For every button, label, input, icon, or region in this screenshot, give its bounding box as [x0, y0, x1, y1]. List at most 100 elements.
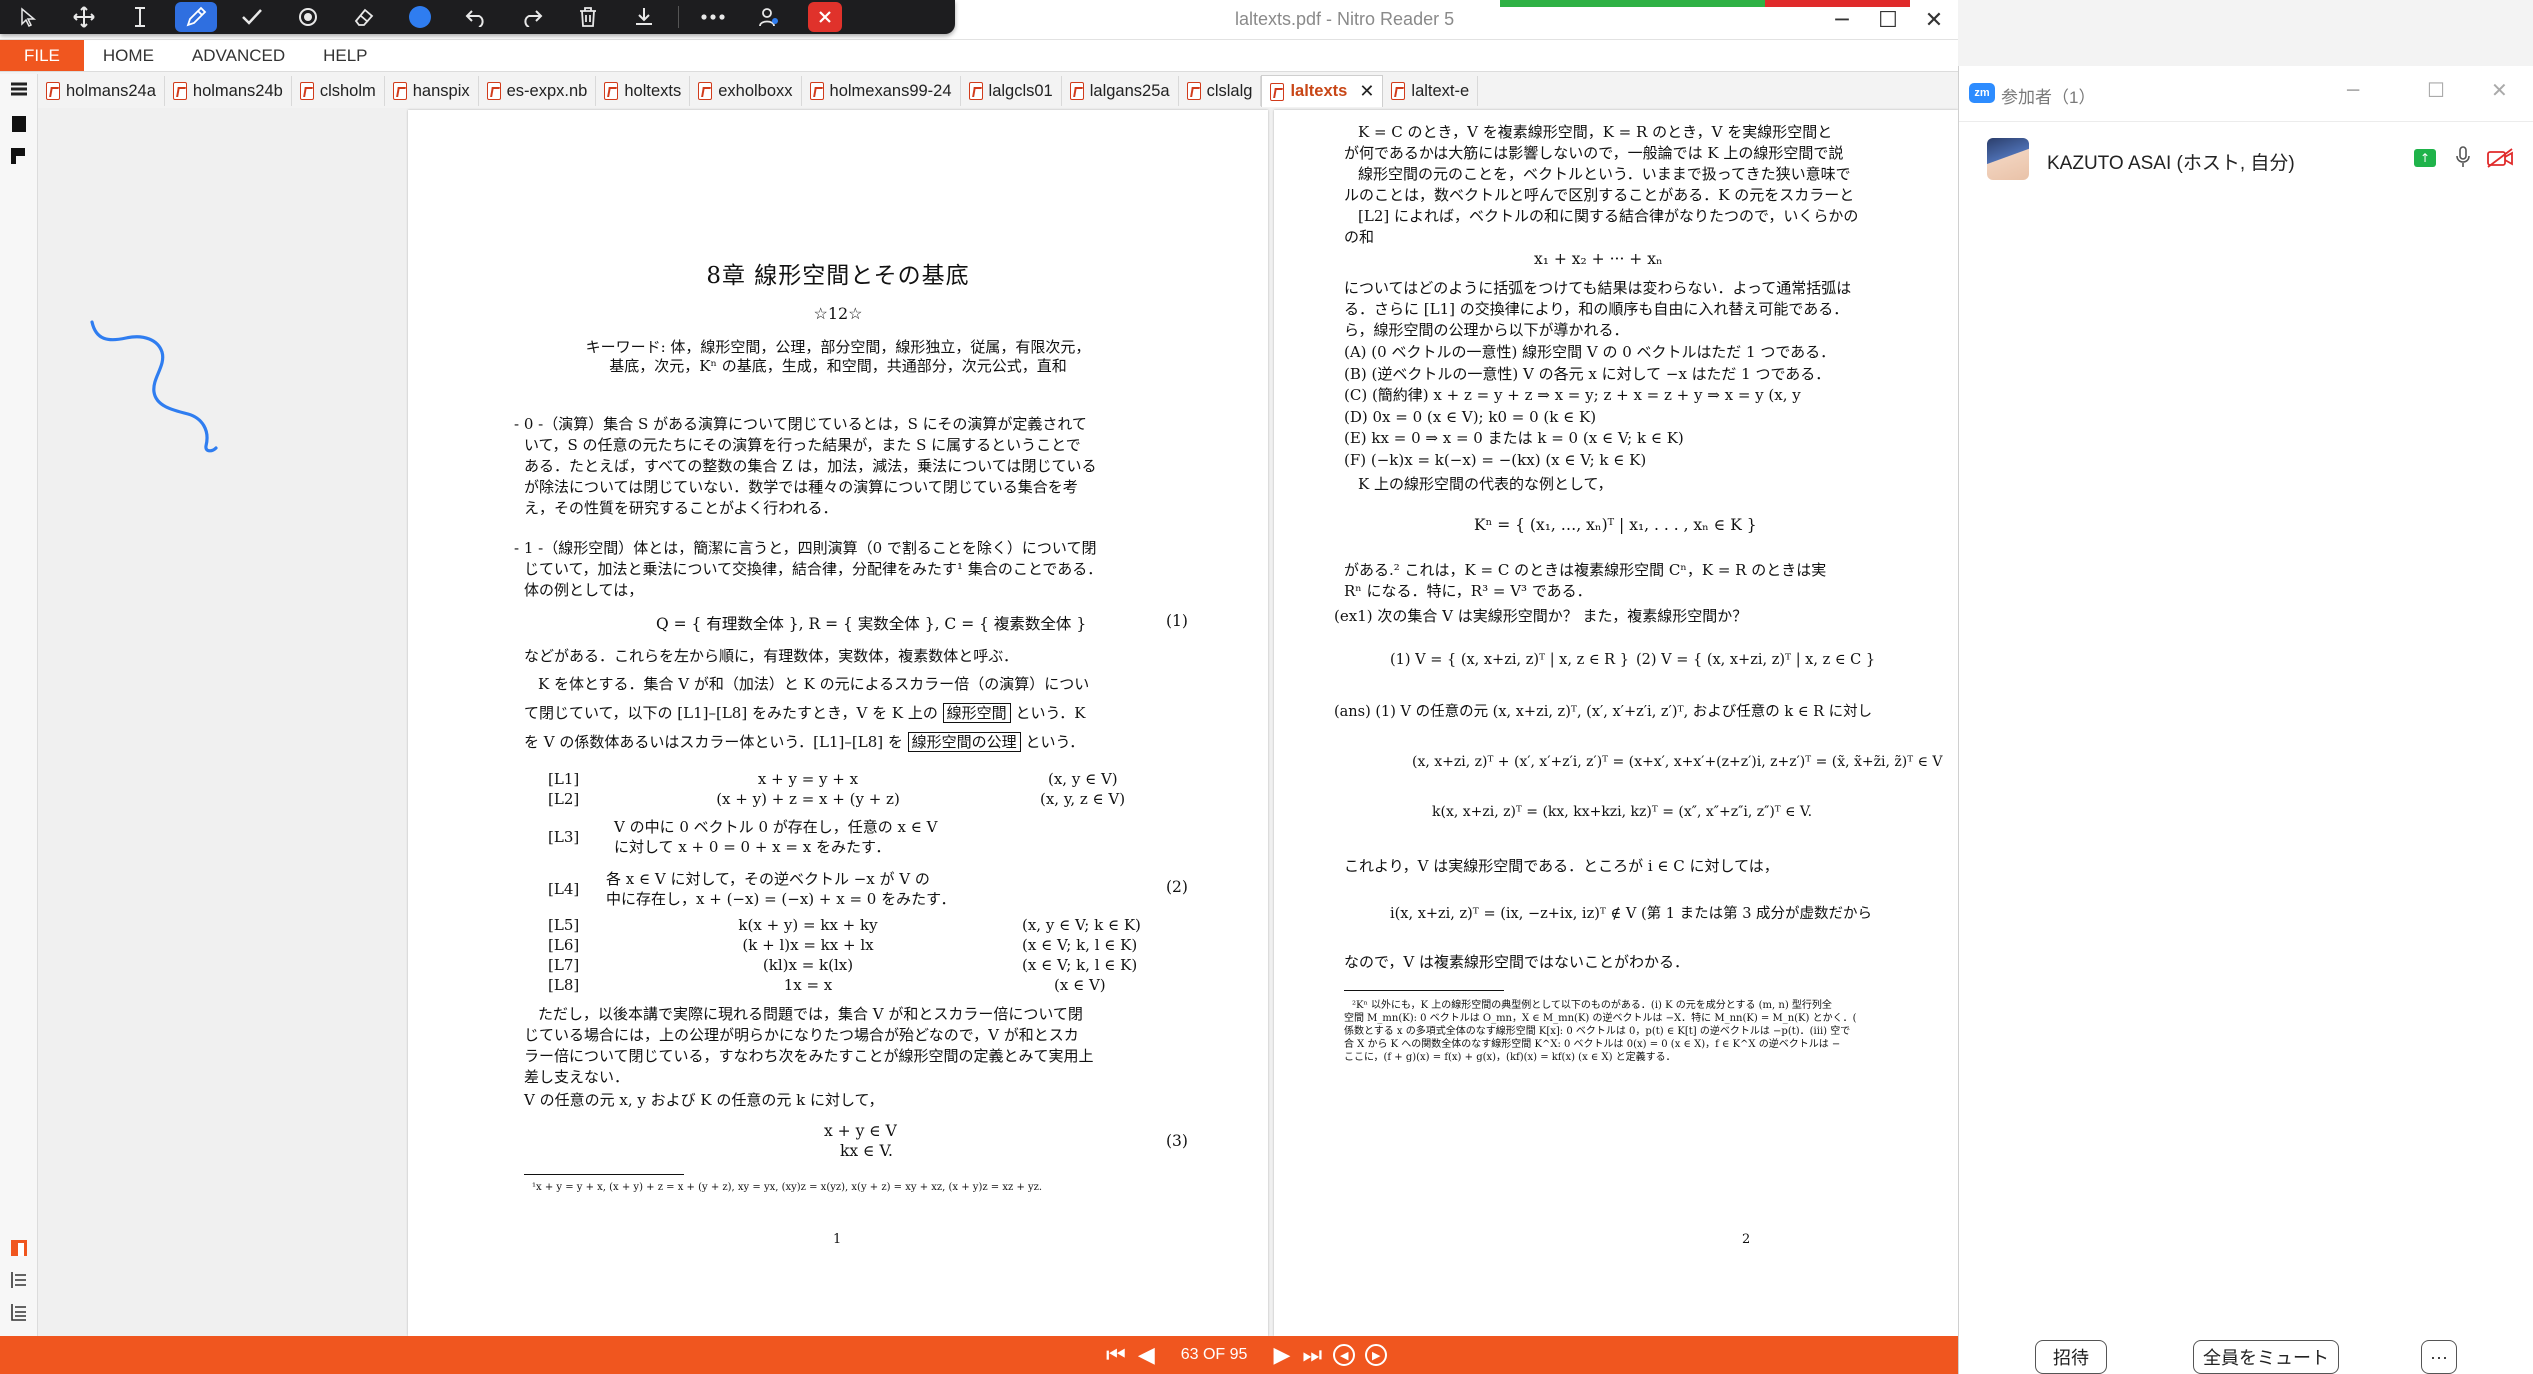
text-cursor-icon[interactable] — [112, 0, 168, 34]
text-line: 差し支えない． — [524, 1068, 630, 1086]
tab-exholboxx[interactable]: exholboxx — [690, 76, 802, 106]
text-line: る．さらに [L1] の交換律により，和の順序も自由に入れ替え可能である． — [1344, 300, 1849, 318]
paragraph: についてはどのように括弧をつけても結果は変わらない．よって通常括弧は る．さらに… — [1344, 278, 1958, 341]
axiom-body: (k + l)x = kx + lx — [742, 936, 874, 954]
next-page-icon[interactable]: ▶ — [1273, 1343, 1290, 1368]
tab-lalgans25a[interactable]: lalgans25a — [1062, 76, 1179, 106]
tab-holmans24b[interactable]: holmans24b — [165, 76, 292, 106]
microphone-icon[interactable] — [2456, 146, 2470, 168]
axiom-body: k(x + y) = kx + ky — [738, 916, 878, 934]
close-icon: ✕ — [1924, 7, 1944, 33]
menu-home[interactable]: HOME — [84, 40, 173, 71]
next-view-icon[interactable]: ▶ — [1365, 1344, 1388, 1366]
save-icon[interactable] — [616, 0, 672, 34]
color-dot[interactable] — [392, 0, 448, 34]
redo-icon[interactable] — [504, 0, 560, 34]
close-annotation-button[interactable] — [797, 0, 853, 34]
tab-holmans24a[interactable]: holmans24a — [38, 76, 165, 106]
paragraph: K = C のとき，V を複素線形空間，K = R のとき，V を実線形空間と … — [1344, 122, 1958, 248]
cursor-icon[interactable] — [0, 0, 56, 34]
previous-page-icon[interactable]: ◀ — [1138, 1343, 1155, 1368]
tab-clslalg[interactable]: clslalg — [1179, 76, 1262, 106]
spotlight-icon[interactable] — [280, 0, 336, 34]
left-rail — [0, 74, 38, 1336]
maximize-icon[interactable]: ☐ — [2427, 78, 2445, 102]
pdf-file-icon — [392, 82, 407, 100]
axiom-body: x + y = y + x — [757, 770, 859, 788]
definition-paragraph: K を体とする．集合 V が和（加法）と K の元によるスカラー倍（の演算）につ… — [524, 674, 1184, 753]
axiom-body: に対して x + 0 = 0 + x = x をみたす． — [614, 838, 891, 856]
tab-holtexts[interactable]: holtexts — [596, 76, 691, 106]
axiom-condition: (x ∈ V; k, l ∈ K) — [1022, 936, 1138, 954]
pen-icon[interactable] — [168, 0, 224, 34]
pdf-file-icon — [809, 82, 824, 100]
close-window-button[interactable]: ✕ — [1912, 2, 1956, 38]
document-viewport[interactable]: 8章 線形空間とその基底 ☆12☆ キーワード: 体，線形空間，公理，部分空間，… — [38, 108, 1958, 1336]
trash-icon[interactable] — [560, 0, 616, 34]
page-number: 2 — [1742, 1232, 1751, 1247]
check-icon[interactable] — [224, 0, 280, 34]
text-line: 線形空間の元のことを，ベクトルという．いままで扱ってきた狭い意味で — [1358, 165, 1851, 183]
close-icon[interactable]: ✕ — [2491, 78, 2508, 102]
property-item: (D) 0x = 0 (x ∈ V); k0 = 0 (k ∈ K) — [1344, 407, 1597, 426]
text-line: 体の例としては， — [524, 581, 644, 599]
move-icon[interactable] — [56, 0, 112, 34]
invite-button[interactable]: 招待 — [2035, 1340, 2107, 1374]
bookmarks-icon[interactable] — [9, 114, 29, 134]
eraser-icon[interactable] — [336, 0, 392, 34]
participant-row[interactable]: KAZUTO ASAI (ホスト, 自分) ↑ — [1959, 122, 2533, 196]
video-off-icon[interactable] — [2486, 148, 2514, 168]
footnote-rule — [1344, 990, 1504, 991]
mute-all-button[interactable]: 全員をミュート — [2193, 1340, 2339, 1374]
page-indicator[interactable]: 63 OF 95 — [1181, 1346, 1248, 1364]
axiom-condition: (x, y ∈ V; k ∈ K) — [1022, 916, 1141, 934]
axiom-tag: [L2] — [548, 790, 580, 808]
text-line: ルのことは，数ベクトルと呼んで区別することがある．K の元をスカラーと — [1344, 186, 1855, 204]
tab-lalgcls01[interactable]: lalgcls01 — [961, 76, 1062, 106]
axiom-condition: (x ∈ V) — [1054, 976, 1106, 994]
last-page-icon[interactable]: ⏭ — [1302, 1343, 1322, 1368]
tab-laltexts[interactable]: laltexts ✕ — [1261, 75, 1384, 107]
pdf-file-icon — [698, 82, 713, 100]
tab-holmexans99-24[interactable]: holmexans99-24 — [802, 76, 961, 106]
tab-hanspix[interactable]: hanspix — [385, 76, 479, 106]
undo-icon[interactable] — [448, 0, 504, 34]
menu-advanced[interactable]: ADVANCED — [173, 40, 304, 71]
pdf-file-icon — [968, 82, 983, 100]
minimize-icon[interactable]: ─ — [2347, 78, 2359, 102]
fields-icon[interactable] — [9, 1302, 29, 1322]
layers-icon[interactable] — [9, 146, 29, 166]
text-span: て閉じていて，以下の [L1]–[L8] をみたすとき，V を K 上の — [524, 704, 938, 722]
equation-3b: kx ∈ V. — [840, 1142, 893, 1160]
more-options-button[interactable]: ··· — [2421, 1340, 2457, 1374]
tab-laltext-e[interactable]: laltext-e — [1383, 76, 1479, 106]
keywords-line: キーワード: 体，線形空間，公理，部分空間，線形独立，従属，有限次元， — [585, 338, 1091, 356]
answer-line: (ans) (1) V の任意の元 (x, x+zi, z)ᵀ, (x′, x′… — [1334, 704, 1873, 720]
paragraph: V の任意の元 x, y および K の任意の元 k に対して， — [524, 1091, 884, 1109]
keywords-line: 基底，次元，Kⁿ の基底，生成，和空間，共通部分，次元公式，直和 — [609, 357, 1067, 375]
people-icon[interactable] — [741, 0, 797, 34]
avatar — [1987, 138, 2029, 180]
minimize-button[interactable]: ─ — [1820, 2, 1864, 38]
tab-clsholm[interactable]: clsholm — [292, 76, 385, 106]
axiom-tag: [L7] — [548, 956, 580, 974]
text-line: ら，線形空間の公理から以下が導かれる． — [1344, 321, 1629, 339]
tab-es-expx[interactable]: es-expx.nb — [479, 76, 597, 106]
close-tab-icon[interactable]: ✕ — [1359, 81, 1374, 102]
axiom-condition: (x ∈ V; k, l ∈ K) — [1022, 956, 1138, 974]
comments-icon[interactable] — [9, 1270, 29, 1290]
more-icon[interactable] — [685, 0, 741, 34]
text-line: K を体とする．集合 V が和（加法）と K の元によるスカラー倍（の演算）につ… — [538, 675, 1090, 693]
menu-help[interactable]: HELP — [304, 40, 386, 71]
attachments-icon[interactable] — [9, 1238, 29, 1258]
document-tabs: holmans24a holmans24b clsholm hanspix es… — [38, 74, 1958, 108]
first-page-icon[interactable]: ⏮ — [1106, 1343, 1126, 1368]
boxed-term: 線形空間の公理 — [907, 732, 1021, 752]
page-number: 1 — [833, 1232, 842, 1247]
pages-icon[interactable] — [9, 80, 29, 100]
previous-view-icon[interactable]: ◀ — [1333, 1344, 1356, 1366]
zoom-logo-icon: zm — [1969, 83, 1995, 103]
maximize-button[interactable]: ☐ — [1866, 2, 1910, 38]
text-line: - 1 -（線形空間）体とは，簡潔に言うと，四則演算（0 で割ることを除く）につ… — [514, 539, 1097, 557]
menu-file[interactable]: FILE — [0, 40, 84, 71]
